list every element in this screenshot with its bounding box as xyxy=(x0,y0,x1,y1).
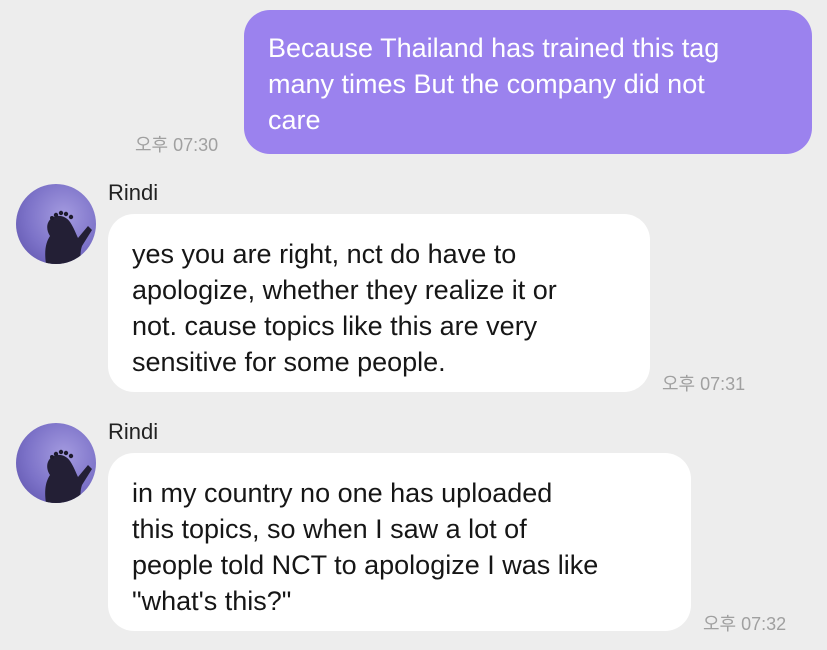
message-timestamp: 오후 07:32 xyxy=(703,614,787,634)
sender-name: Rindi xyxy=(108,419,159,444)
message-bubble[interactable]: Because Thailand has trained this tag ma… xyxy=(244,10,812,154)
sender-name: Rindi xyxy=(108,180,159,205)
message-bubble[interactable]: in my country no one has uploaded this t… xyxy=(108,453,691,631)
profile-photo-icon xyxy=(45,449,92,503)
message-timestamp: 오후 07:30 xyxy=(135,135,219,155)
message-timestamp: 오후 07:31 xyxy=(662,374,746,394)
sender-avatar[interactable] xyxy=(16,184,96,264)
chat-thread: 오후 07:30 Because Thailand has trained th… xyxy=(0,0,827,650)
profile-photo-icon xyxy=(45,210,92,264)
message-bubble[interactable]: yes you are right, nct do have to apolog… xyxy=(108,214,650,392)
sender-avatar[interactable] xyxy=(16,423,96,503)
